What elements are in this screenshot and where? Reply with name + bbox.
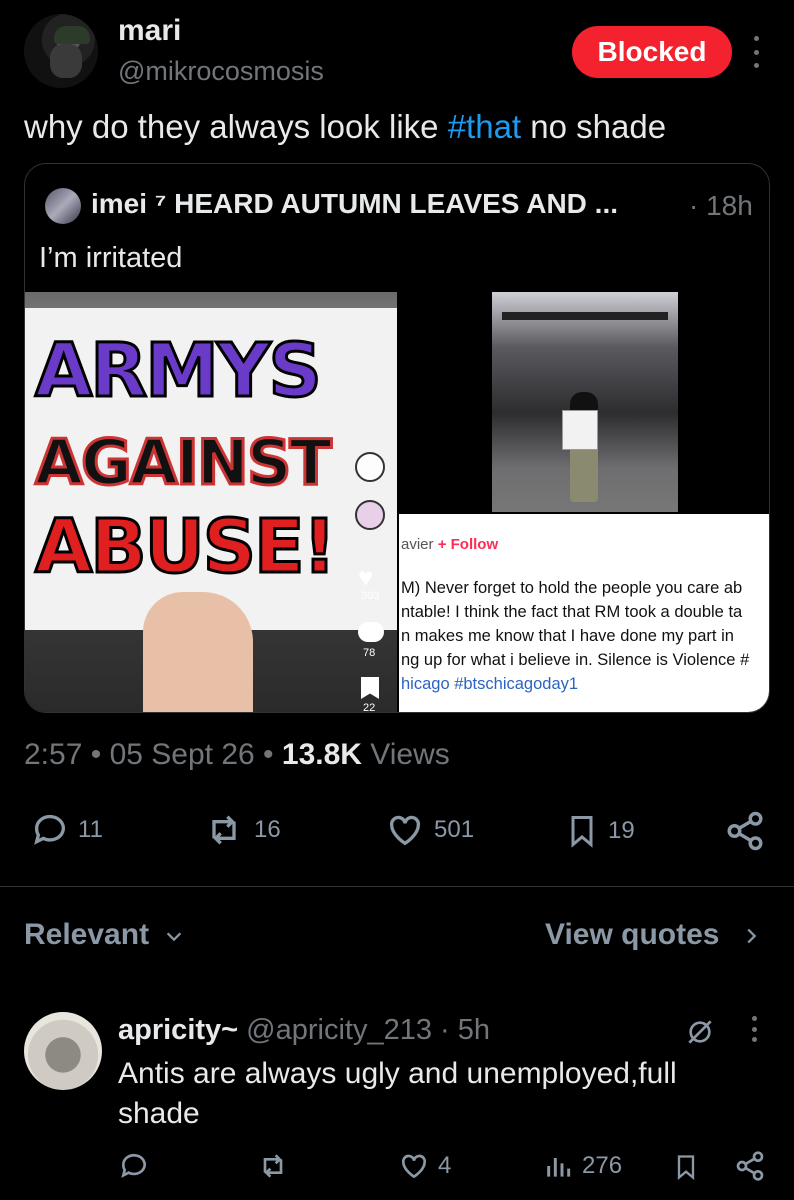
reply-text: Antis are always ugly and unemployed,ful… bbox=[118, 1057, 677, 1130]
reply-views-count: 276 bbox=[582, 1152, 623, 1179]
tiktok-username: avier bbox=[401, 536, 434, 553]
caption-tags: hicago #btschicagoday1 bbox=[401, 675, 579, 693]
stage-photo[interactable] bbox=[492, 292, 678, 512]
tiktok-like-count: 303 bbox=[361, 590, 380, 602]
caption-line: ng up for what i believe in. Silence is … bbox=[401, 651, 750, 669]
more-icon[interactable] bbox=[750, 36, 762, 68]
reply-like-button[interactable]: 4 bbox=[398, 1150, 451, 1182]
post-text: why do they always look like #that no sh… bbox=[24, 108, 667, 145]
reply-bookmark-button[interactable] bbox=[672, 1150, 700, 1184]
grok-icon[interactable] bbox=[684, 1016, 716, 1048]
quote-text: I’m irritated bbox=[39, 242, 183, 274]
reply-icon bbox=[34, 814, 65, 845]
sign-line-3: ABUSE! bbox=[33, 503, 337, 592]
bookmark-count: 19 bbox=[608, 817, 635, 844]
reply-author-name[interactable]: apricity~ bbox=[118, 1014, 238, 1046]
post-meta: 2:57 • 05 Sept 26 • 13.8K Views bbox=[24, 738, 450, 771]
tiktok-emoji-icon bbox=[355, 452, 385, 482]
caption-line: ntable! I think the fact that RM took a … bbox=[401, 603, 743, 621]
bookmark-icon bbox=[677, 1155, 695, 1180]
views-label: Views bbox=[370, 738, 450, 771]
tiktok-heart-icon: ♥ bbox=[358, 562, 374, 592]
share-icon bbox=[727, 811, 763, 851]
author-handle[interactable]: @mikrocosmosis bbox=[118, 56, 324, 87]
view-quotes-link[interactable]: View quotes bbox=[545, 918, 762, 952]
sign-line-2: AGAINST bbox=[34, 425, 334, 501]
quote-author-name: imei ⁷ HEARD AUTUMN LEAVES AND ... bbox=[91, 188, 618, 219]
reply-timestamp: · 5h bbox=[440, 1014, 491, 1046]
reply-repost-button[interactable] bbox=[256, 1150, 290, 1182]
mini-sign bbox=[562, 410, 598, 450]
poster-photo[interactable]: ARMYS AGAINST ABUSE! ♥ 303 78 22 bbox=[25, 292, 397, 713]
tiktok-caption[interactable]: avier + Follow M) Never forget to hold t… bbox=[399, 514, 769, 712]
views-count: 13.8K bbox=[281, 738, 362, 771]
quote-author-avatar bbox=[45, 188, 81, 224]
views-icon bbox=[547, 1158, 571, 1177]
reply-reply-button[interactable] bbox=[118, 1150, 150, 1182]
reply-header: apricity~ @apricity_213 · 5h bbox=[118, 1014, 490, 1047]
hashtag-link[interactable]: #that bbox=[448, 108, 521, 145]
like-count: 501 bbox=[434, 816, 475, 843]
reply-icon bbox=[121, 1153, 146, 1178]
divider bbox=[0, 886, 794, 887]
tiktok-bookmark-count: 22 bbox=[363, 702, 376, 713]
chevron-down-icon bbox=[167, 932, 182, 942]
blocked-button[interactable]: Blocked bbox=[572, 26, 732, 78]
quoted-post[interactable]: imei ⁷ HEARD AUTUMN LEAVES AND ... · 18h… bbox=[24, 163, 770, 713]
reply-more-icon[interactable] bbox=[748, 1016, 760, 1042]
tiktok-comment-count: 78 bbox=[363, 647, 376, 659]
protest-sign: ARMYS AGAINST ABUSE! bbox=[25, 308, 397, 630]
bookmark-icon bbox=[571, 816, 593, 848]
author-avatar[interactable] bbox=[24, 14, 98, 88]
reply-author-handle[interactable]: @apricity_213 bbox=[246, 1014, 432, 1046]
caption-line: n makes me know that I have done my part… bbox=[401, 627, 734, 645]
post-time: 2:57 bbox=[24, 738, 83, 771]
tiktok-avatar-icon bbox=[355, 500, 385, 530]
reply-like-count: 4 bbox=[438, 1152, 452, 1179]
tiktok-follow-button: + Follow bbox=[437, 536, 499, 553]
repost-button[interactable]: 16 bbox=[202, 810, 281, 850]
quote-timestamp: · 18h bbox=[689, 190, 753, 221]
caption-line: M) Never forget to hold the people you c… bbox=[401, 579, 743, 597]
reply-share-button[interactable] bbox=[734, 1150, 766, 1182]
author-name[interactable]: mari bbox=[118, 14, 181, 48]
repost-count: 16 bbox=[254, 816, 281, 843]
reply-button[interactable]: 11 bbox=[30, 810, 103, 850]
repost-icon bbox=[263, 1154, 283, 1178]
reply-views-button[interactable]: 276 bbox=[542, 1150, 622, 1182]
like-button[interactable]: 501 bbox=[384, 810, 474, 850]
tiktok-bookmark-icon bbox=[361, 677, 379, 699]
chevron-right-icon bbox=[747, 928, 757, 944]
share-button[interactable] bbox=[724, 810, 766, 852]
like-icon bbox=[401, 1154, 427, 1179]
post-date: 05 Sept 26 bbox=[109, 738, 255, 771]
sign-line-1: ARMYS bbox=[34, 327, 324, 416]
share-icon bbox=[736, 1151, 764, 1181]
repost-icon bbox=[212, 815, 236, 845]
view-quotes-label: View quotes bbox=[545, 918, 720, 951]
bookmark-button[interactable]: 19 bbox=[564, 810, 635, 852]
sort-label: Relevant bbox=[24, 918, 150, 951]
quote-media[interactable]: ARMYS AGAINST ABUSE! ♥ 303 78 22 avier +… bbox=[25, 292, 769, 713]
hand bbox=[143, 592, 253, 712]
like-icon bbox=[389, 815, 421, 846]
reply-author-avatar[interactable] bbox=[24, 1012, 102, 1090]
reply-count: 11 bbox=[78, 816, 103, 843]
tiktok-comment-icon bbox=[358, 622, 384, 642]
sort-dropdown[interactable]: Relevant bbox=[24, 918, 185, 952]
